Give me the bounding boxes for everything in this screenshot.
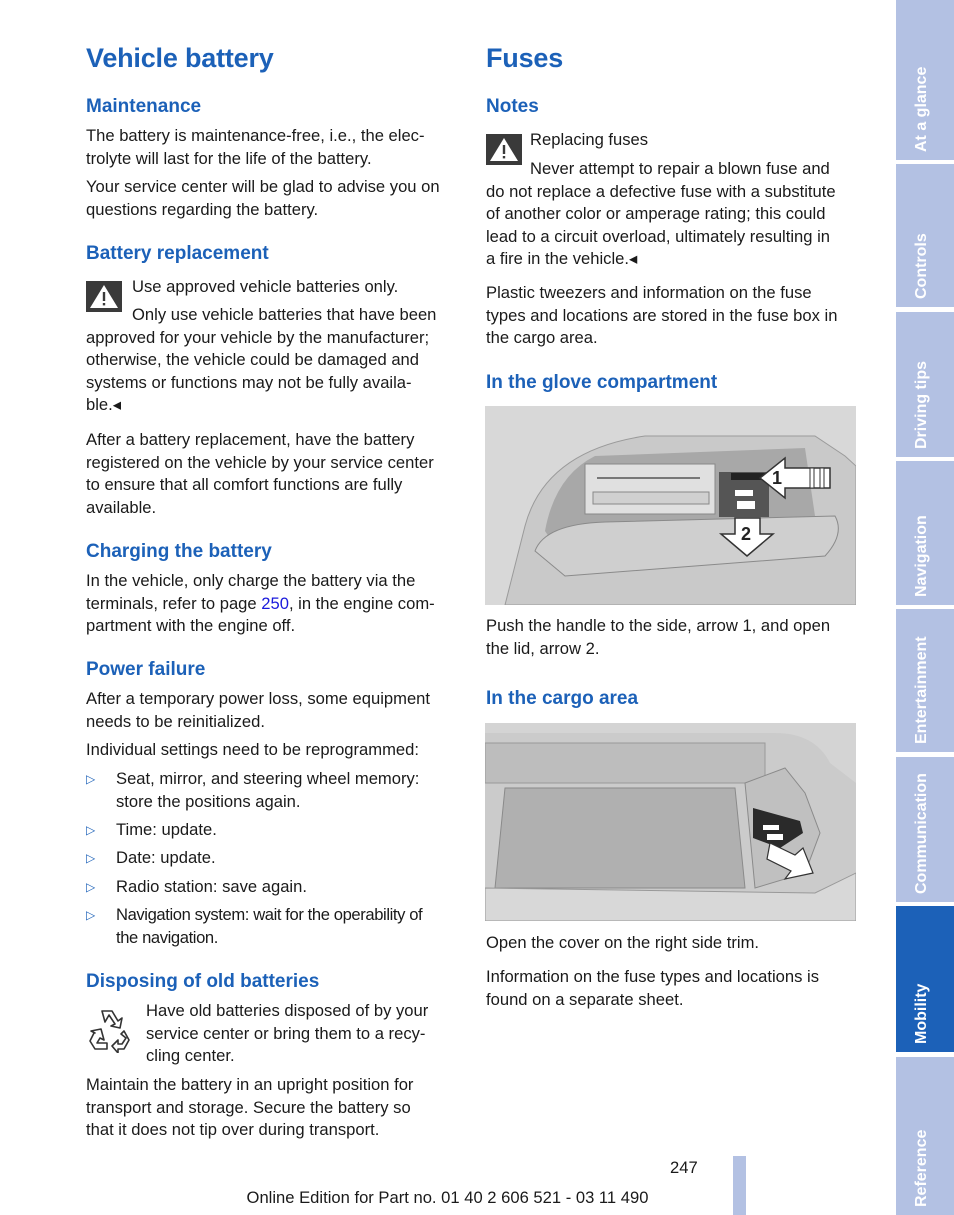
glove-compartment-illustration xyxy=(485,406,856,605)
chapter-tabs: At a glance Controls Driving tips Naviga… xyxy=(896,0,954,1215)
warning-text-fuses: Never attempt to repair a blown fuse and… xyxy=(486,159,836,268)
tab-label: Driving tips xyxy=(913,360,930,449)
cargo-area-figure xyxy=(485,723,856,921)
cargo-area-illustration xyxy=(485,723,856,921)
disposing-note: Have old batteries disposed of by your s… xyxy=(146,1001,429,1065)
tab-reference[interactable]: Reference xyxy=(896,1057,954,1215)
charging-paragraph: In the vehicle, only charge the battery … xyxy=(86,571,435,635)
tab-label: Entertainment xyxy=(913,636,930,744)
tab-label: Reference xyxy=(913,1129,930,1207)
cargo-caption: Open the cover on the right side trim. xyxy=(486,933,760,952)
tab-label: Navigation xyxy=(913,515,930,597)
heading-power-failure: Power failure xyxy=(86,659,206,680)
tab-controls[interactable]: Controls xyxy=(896,164,954,307)
recycle-icon xyxy=(88,1007,132,1058)
bullet-triangle-icon: ▷ xyxy=(86,772,96,786)
tab-at-a-glance[interactable]: At a glance xyxy=(896,0,954,160)
heading-battery-replacement: Battery replacement xyxy=(86,243,269,264)
power-failure-paragraph-2: Individual settings need to be reprogram… xyxy=(86,740,419,759)
tab-navigation[interactable]: Navigation xyxy=(896,461,954,605)
footer-text: Online Edition for Part no. 01 40 2 606 … xyxy=(246,1188,649,1207)
tab-entertainment[interactable]: Entertainment xyxy=(896,609,954,752)
footer: Online Edition for Part no. 01 40 2 606 … xyxy=(0,1188,895,1208)
section-title-fuses: Fuses xyxy=(486,43,564,73)
maintenance-paragraph-1: The battery is maintenance-free, i.e., t… xyxy=(86,126,425,168)
heading-maintenance: Maintenance xyxy=(86,96,202,117)
bullet-triangle-icon: ▷ xyxy=(86,823,96,837)
page-reference-link[interactable]: 250 xyxy=(261,594,289,613)
glove-caption: Push the handle to the side, arrow 1, an… xyxy=(486,616,831,658)
warning-title-batteries: Use approved vehicle batteries only. xyxy=(132,277,399,296)
bullet-triangle-icon: ▷ xyxy=(86,880,96,894)
arrow-1-label: 1 xyxy=(772,468,783,488)
tab-communication[interactable]: Communication xyxy=(896,757,954,902)
cargo-paragraph: Information on the fuse types and locati… xyxy=(486,967,819,1009)
disposing-paragraph: Maintain the battery in an upright posit… xyxy=(86,1075,414,1139)
tab-mobility[interactable]: Mobility xyxy=(896,906,954,1052)
warning-text-batteries: Only use vehicle batteries that have bee… xyxy=(86,305,437,414)
heading-cargo-area: In the cargo area xyxy=(486,688,639,709)
arrow-2-label: 2 xyxy=(741,524,752,544)
bullet-triangle-icon: ▷ xyxy=(86,908,96,922)
glove-compartment-figure: 1 2 xyxy=(485,406,856,605)
tab-driving-tips[interactable]: Driving tips xyxy=(896,312,954,457)
section-title-vehicle-battery: Vehicle battery xyxy=(86,43,274,73)
maintenance-paragraph-2: Your service center will be glad to advi… xyxy=(86,177,440,219)
heading-notes: Notes xyxy=(486,96,539,117)
tab-label: Communication xyxy=(913,773,930,894)
power-failure-paragraph-1: After a temporary power loss, some equip… xyxy=(86,689,431,731)
heading-charging: Charging the battery xyxy=(86,541,272,562)
tab-label: Mobility xyxy=(913,983,930,1044)
warning-title-fuses: Replacing fuses xyxy=(530,130,649,149)
heading-disposing: Disposing of old batteries xyxy=(86,971,320,992)
battery-replacement-paragraph: After a battery replacement, have the ba… xyxy=(86,430,434,517)
page-number: 247 xyxy=(670,1158,698,1177)
tab-label: At a glance xyxy=(913,66,930,152)
notes-paragraph: Plastic tweezers and information on the … xyxy=(486,283,838,347)
bullet-triangle-icon: ▷ xyxy=(86,851,96,865)
heading-glove-compartment: In the glove compartment xyxy=(486,372,718,393)
tab-label: Controls xyxy=(913,233,930,299)
